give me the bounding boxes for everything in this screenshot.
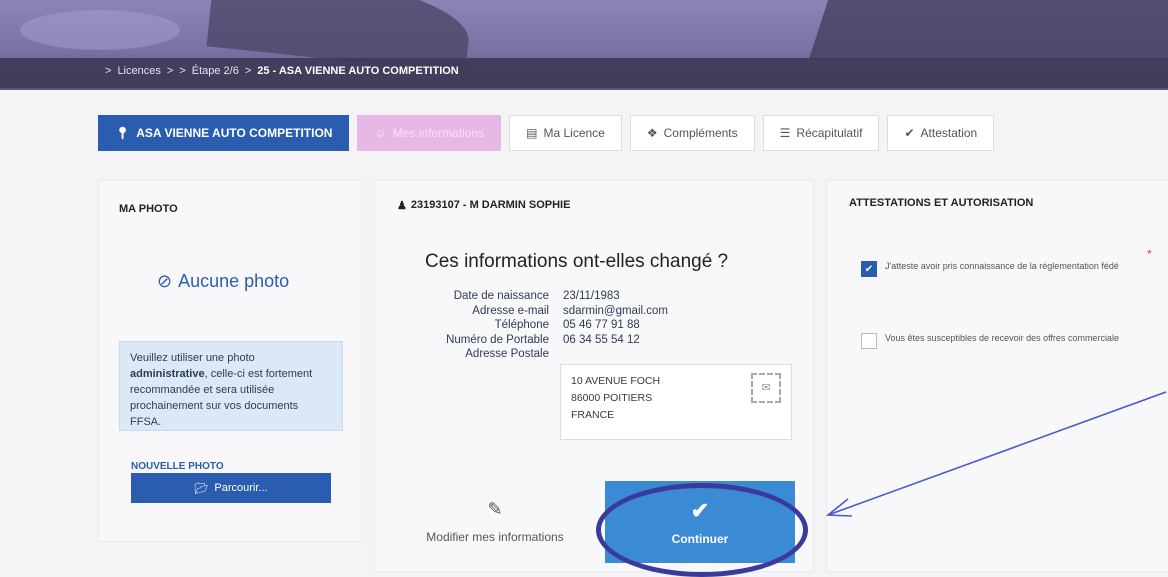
- annotation-arrow: [825, 391, 1167, 517]
